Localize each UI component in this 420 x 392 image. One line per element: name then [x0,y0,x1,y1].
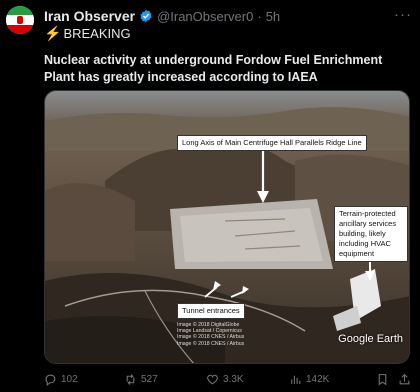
tweet-text: Nuclear activity at underground Fordow F… [44,53,383,84]
more-options-icon[interactable]: ··· [394,6,412,23]
image-credits: Image © 2018 DigitalGlobe Image Landsat … [177,322,245,347]
breaking-label: BREAKING [63,26,131,41]
separator-dot: · [257,8,262,24]
share-icon [399,373,410,384]
author-name[interactable]: Iran Observer [44,8,135,24]
breaking-line: ⚡ BREAKING [44,25,131,42]
tweet-image[interactable]: Long Axis of Main Centrifuge Hall Parall… [44,90,410,364]
like-count: 3.3K [223,373,244,385]
like-button[interactable]: 3.3K [206,373,244,386]
bookmark-button[interactable] [376,373,389,386]
repost-button[interactable]: 527 [124,373,158,386]
action-bar: 102 527 3.3K 142K [44,370,414,388]
views-count: 142K [306,373,330,385]
tweet-card[interactable]: Iran Observer @IranObserver0 · 5h ··· ⚡ … [0,0,420,392]
share-button[interactable] [398,373,411,386]
verified-badge-icon [140,9,152,23]
timestamp[interactable]: 5h [266,9,280,24]
reply-button[interactable]: 102 [44,373,78,386]
callout-tunnel-entrances: Tunnel entrances [177,303,245,319]
heart-icon [207,374,218,384]
callout-centrifuge-hall: Long Axis of Main Centrifuge Hall Parall… [177,135,367,151]
author-handle[interactable]: @IranObserver0 [157,9,253,24]
repost-icon [126,373,135,385]
repost-count: 527 [141,373,158,385]
reply-icon [45,374,56,386]
views-chart-icon [291,375,301,384]
tweet-header: Iran Observer @IranObserver0 · 5h [44,7,280,25]
avatar[interactable] [6,6,34,34]
lightning-icon: ⚡ [44,25,62,41]
views-button[interactable]: 142K [289,373,329,386]
reply-count: 102 [61,373,78,385]
bookmark-icon [378,373,387,385]
google-earth-watermark: Google Earth [338,333,403,345]
callout-ancillary-building: Terrain-protected ancillary services bui… [334,206,408,262]
